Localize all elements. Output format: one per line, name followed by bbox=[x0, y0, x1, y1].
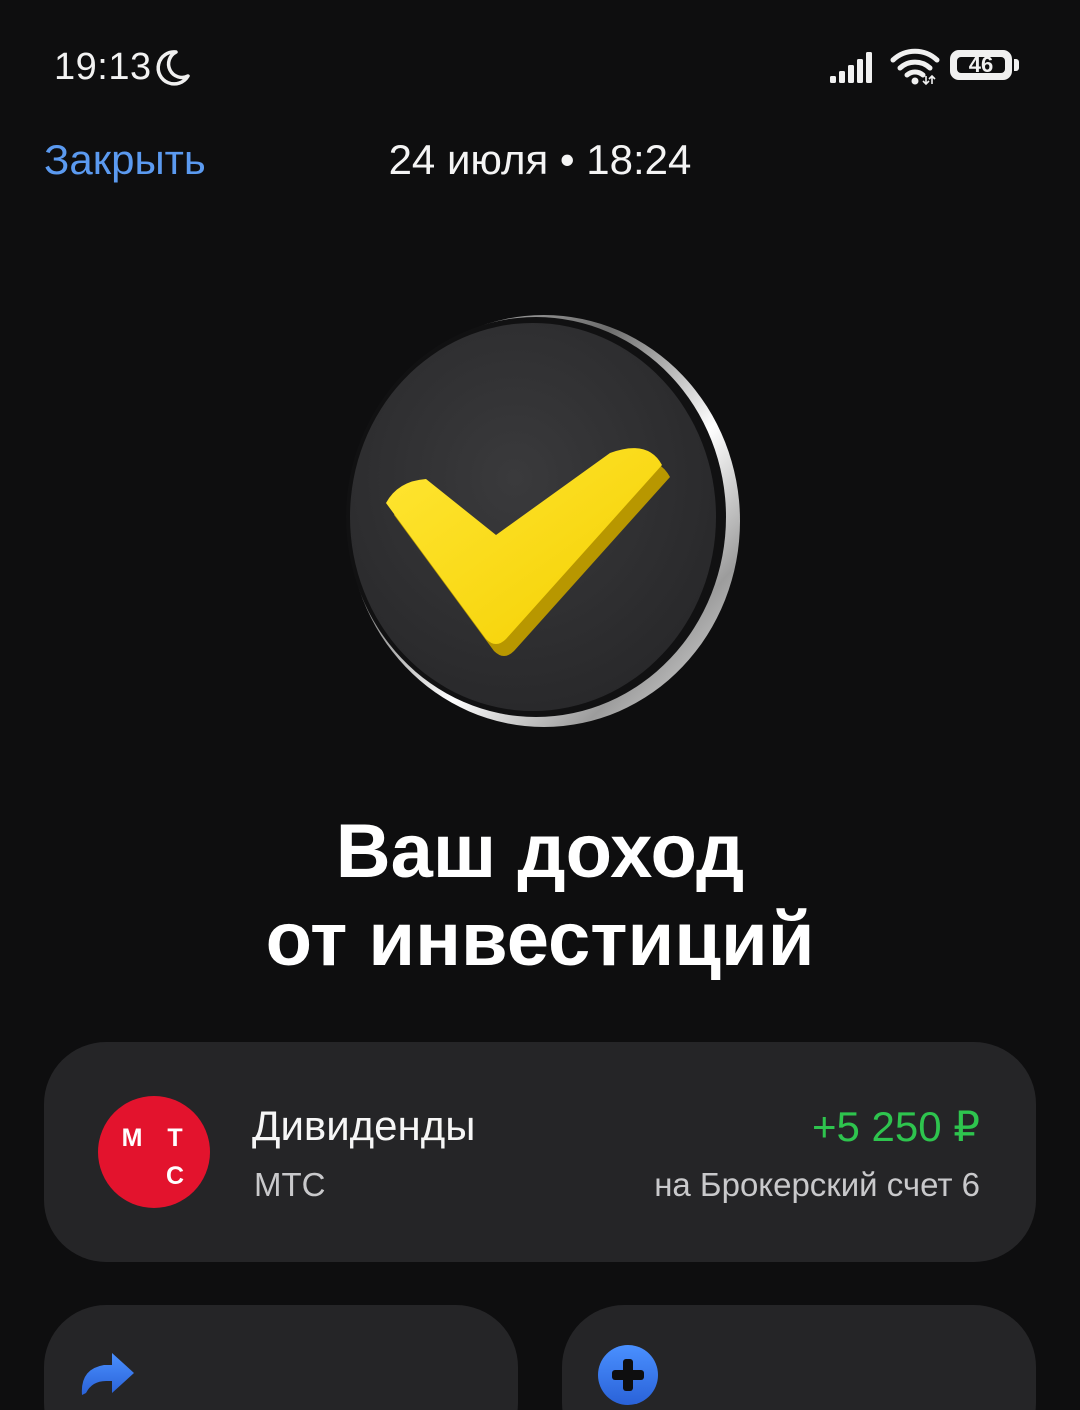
avatar-letter-m: М bbox=[121, 1124, 143, 1152]
battery-icon: 46 bbox=[950, 50, 1022, 84]
avatar-letter-s: С bbox=[165, 1162, 185, 1190]
add-button[interactable] bbox=[562, 1305, 1036, 1410]
share-button[interactable] bbox=[44, 1305, 518, 1410]
page-title: Ваш доход от инвестиций bbox=[0, 808, 1080, 984]
status-bar: 19:13 46 bbox=[0, 0, 1080, 120]
mts-logo-avatar: М Т С bbox=[98, 1096, 210, 1208]
battery-tip bbox=[1014, 59, 1019, 71]
signal-icon bbox=[830, 52, 872, 83]
status-time: 19:13 bbox=[54, 46, 152, 88]
operation-title: Дивиденды bbox=[252, 1102, 476, 1149]
battery-level: 46 bbox=[968, 52, 994, 77]
checkmark-badge-icon bbox=[346, 315, 740, 727]
title-line-1: Ваш доход bbox=[335, 809, 745, 894]
title-line-2: от инвестиций bbox=[265, 897, 815, 982]
operation-datetime: 24 июля • 18:24 bbox=[388, 136, 692, 183]
operation-account: на Брокерский счет 6 bbox=[654, 1166, 980, 1203]
share-icon bbox=[81, 1353, 134, 1395]
operation-amount: +5 250 ₽ bbox=[811, 1103, 980, 1150]
plus-circle-icon bbox=[598, 1345, 658, 1405]
avatar-letter-t: Т bbox=[167, 1124, 183, 1152]
screen: 19:13 46 Закрыть 24 июля • 18:24 Ваш дох… bbox=[0, 0, 1080, 1410]
wifi-icon bbox=[890, 48, 940, 86]
moon-icon bbox=[156, 50, 190, 86]
operation-company: МТС bbox=[254, 1166, 326, 1203]
operation-card[interactable]: М Т С Дивиденды МТС +5 250 ₽ на Брокерск… bbox=[44, 1042, 1036, 1262]
